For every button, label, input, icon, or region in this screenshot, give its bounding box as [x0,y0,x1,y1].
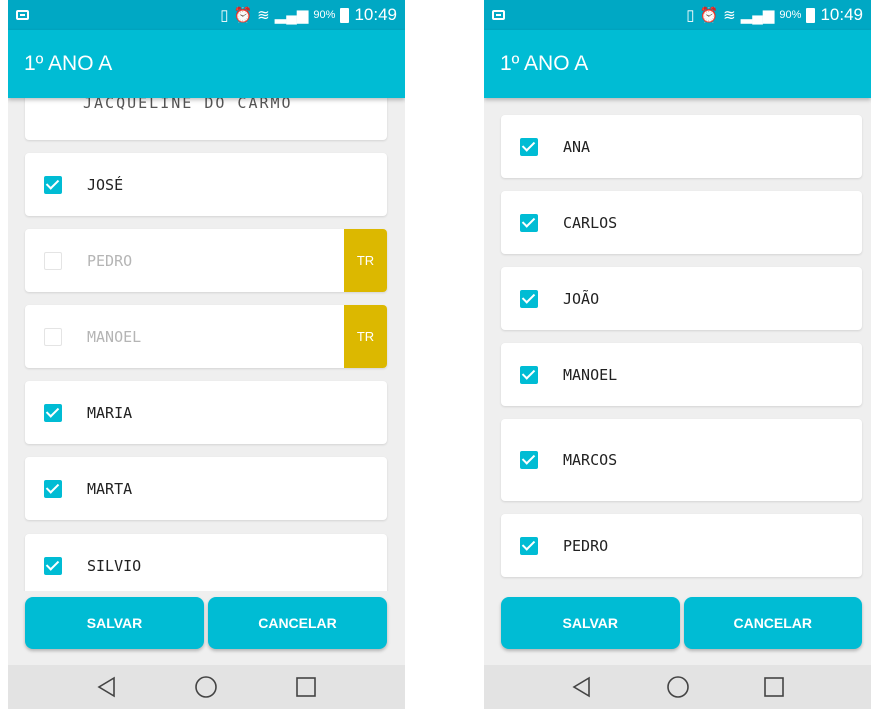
wifi-icon: ≋ [257,7,270,24]
student-name: ANA [563,137,591,156]
battery-icon [340,7,350,23]
status-bar: ▯ ⏰ ≋ ▂▄▆ 90% 10:49 [8,0,405,30]
checkbox-checked[interactable] [520,213,538,232]
home-circle-icon[interactable] [193,674,219,700]
list-item[interactable]: ANA [501,115,862,178]
checkbox-checked[interactable] [44,403,62,422]
checkbox-checked[interactable] [520,451,538,469]
page-title: 1º ANO A [24,52,113,75]
checkbox-checked[interactable] [44,479,62,498]
action-buttons: SALVAR CANCELAR [25,597,387,649]
back-triangle-icon[interactable] [95,675,119,699]
student-name: PEDRO [563,536,609,555]
student-name: JACQUELINE DO CARMO [83,98,293,112]
recents-square-icon[interactable] [762,675,786,699]
list-item[interactable]: MANOEL [501,343,862,406]
student-name: MANOEL [87,327,142,346]
app-bar: 1º ANO A [484,30,871,98]
list-item[interactable]: MARTA [25,457,387,520]
student-name: JOSÉ [87,175,124,194]
cancel-button[interactable]: CANCELAR [683,597,862,649]
list-item[interactable]: SILVIO [25,534,387,591]
checkbox-checked[interactable] [520,365,538,384]
checkbox-checked[interactable] [520,137,538,156]
checkbox-unchecked[interactable] [44,251,62,270]
clock: 10:49 [820,5,863,24]
cancel-button[interactable]: CANCELAR [208,597,387,649]
battery-percent: 90% [313,9,336,21]
vibrate-icon: ▯ [686,7,695,24]
list-item[interactable]: MARIA [25,381,387,444]
student-name: MARCOS [563,451,618,469]
clock: 10:49 [354,5,397,24]
student-name: SILVIO [87,556,142,575]
student-name: PEDRO [87,251,133,270]
app-bar: 1º ANO A [8,30,405,98]
wifi-icon: ≋ [723,7,736,24]
battery-percent: 90% [779,9,802,21]
student-name: CARLOS [563,213,618,232]
screen-left: ▯ ⏰ ≋ ▂▄▆ 90% 10:49 1º ANO A JACQUELINE … [8,0,405,709]
tr-badge: TR [344,305,387,368]
status-bar: ▯ ⏰ ≋ ▂▄▆ 90% 10:49 [484,0,871,30]
list-item[interactable]: JOSÉ [25,153,387,216]
list-item[interactable]: PEDRO TR [25,229,387,292]
student-list[interactable]: ANA CARLOS JOÃO MANOEL MARCOS PEDRO [484,98,871,591]
list-item[interactable]: MARCOS [501,419,862,501]
student-name: MANOEL [563,365,618,384]
battery-icon [806,7,816,23]
system-nav-bar [484,665,871,709]
screen-right: ▯ ⏰ ≋ ▂▄▆ 90% 10:49 1º ANO A ANA CARLOS … [484,0,871,709]
checkbox-checked[interactable] [520,536,538,555]
list-item[interactable]: JOÃO [501,267,862,330]
vibrate-icon: ▯ [220,7,229,24]
student-name: JOÃO [563,289,600,308]
tr-badge: TR [344,229,387,292]
list-item[interactable]: CARLOS [501,191,862,254]
signal-icon: ▂▄▆ [274,7,309,24]
page-title: 1º ANO A [500,52,589,75]
recents-square-icon[interactable] [294,675,318,699]
save-button[interactable]: SALVAR [25,597,204,649]
student-list[interactable]: JACQUELINE DO CARMO JOSÉ PEDRO TR MANOEL… [8,98,405,591]
back-triangle-icon[interactable] [570,675,594,699]
list-item[interactable]: MANOEL TR [25,305,387,368]
system-nav-bar [8,665,405,709]
alarm-icon: ⏰ [699,7,719,24]
message-notification-icon [492,10,505,20]
save-button[interactable]: SALVAR [501,597,680,649]
checkbox-checked[interactable] [520,289,538,308]
checkbox-checked[interactable] [44,556,62,575]
action-buttons: SALVAR CANCELAR [501,597,862,649]
student-name: MARTA [87,479,133,498]
checkbox-checked[interactable] [44,175,62,194]
student-name: MARIA [87,403,133,422]
checkbox-unchecked[interactable] [44,327,62,346]
message-notification-icon [16,10,29,20]
home-circle-icon[interactable] [665,674,691,700]
list-item[interactable]: JACQUELINE DO CARMO [25,98,387,140]
alarm-icon: ⏰ [233,7,253,24]
signal-icon: ▂▄▆ [740,7,775,24]
list-item[interactable]: PEDRO [501,514,862,577]
